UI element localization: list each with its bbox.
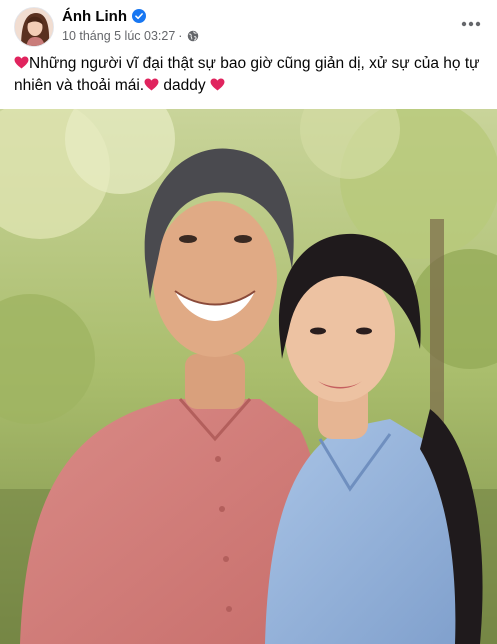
post-timestamp[interactable]: 10 tháng 5 lúc 03:27 — [62, 29, 175, 43]
post-meta: 10 tháng 5 lúc 03:27 · — [62, 28, 199, 44]
heart-emoji-icon — [14, 56, 29, 69]
more-options-icon — [461, 21, 481, 27]
heart-emoji-icon — [144, 78, 159, 91]
author-row: Ánh Linh — [62, 7, 146, 25]
globe-icon[interactable] — [187, 30, 199, 42]
more-options-button[interactable] — [455, 10, 487, 38]
author-name[interactable]: Ánh Linh — [62, 8, 127, 25]
meta-separator: · — [178, 29, 183, 43]
heart-emoji-icon — [210, 78, 225, 91]
caption-text-1: Những người vĩ đại thật sự bao giờ cũng … — [14, 55, 480, 94]
post-photo[interactable] — [0, 109, 497, 644]
post-caption: Những người vĩ đại thật sự bao giờ cũng … — [14, 53, 486, 97]
caption-text-2: daddy — [159, 77, 210, 94]
avatar-image — [15, 8, 53, 46]
author-avatar[interactable] — [14, 7, 54, 47]
photo-illustration — [0, 109, 497, 644]
verified-badge-icon — [131, 9, 146, 23]
post-header: Ánh Linh 10 tháng 5 lúc 03:27 · — [0, 0, 497, 52]
